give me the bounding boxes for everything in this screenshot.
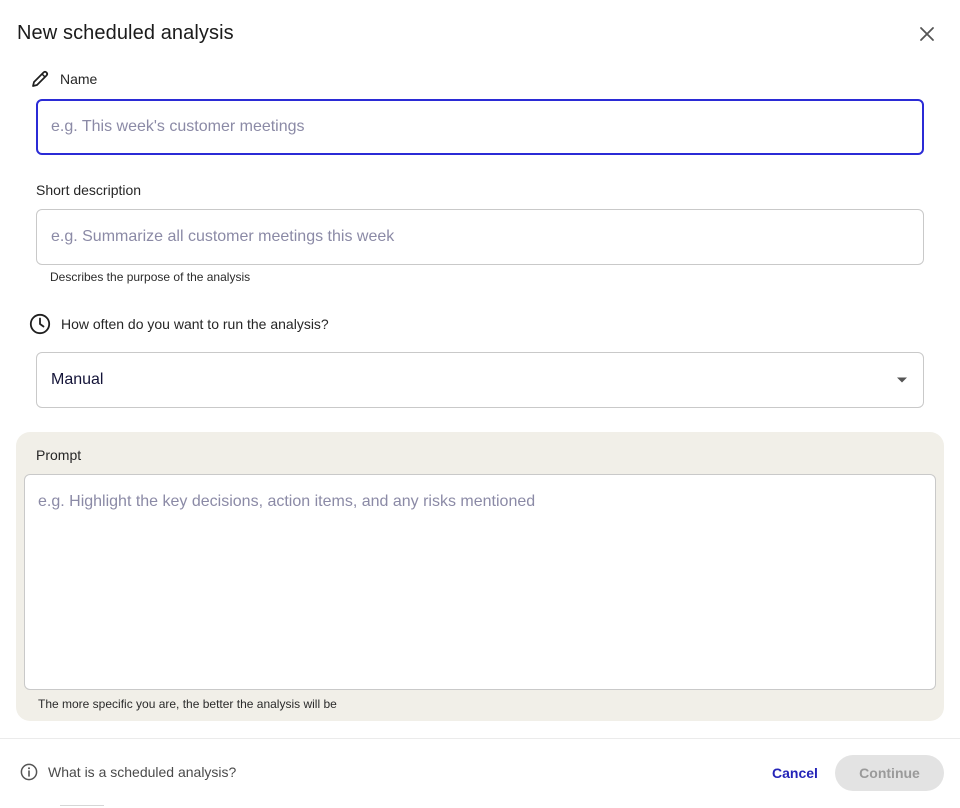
- name-label: Name: [60, 71, 98, 87]
- frequency-label: How often do you want to run the analysi…: [61, 316, 329, 332]
- description-input[interactable]: [36, 209, 924, 265]
- name-label-row: Name: [30, 69, 97, 89]
- cancel-button[interactable]: Cancel: [760, 755, 830, 791]
- prompt-label: Prompt: [36, 447, 82, 463]
- frequency-label-row: How often do you want to run the analysi…: [29, 313, 329, 335]
- continue-button[interactable]: Continue: [835, 755, 944, 791]
- description-label-row: Short description: [36, 182, 141, 198]
- scheduled-analysis-dialog: New scheduled analysis Name Short descri…: [0, 0, 960, 808]
- caret-down-icon: [897, 377, 907, 383]
- frequency-selected-value: Manual: [51, 371, 104, 388]
- description-helper: Describes the purpose of the analysis: [50, 270, 251, 284]
- prompt-helper: The more specific you are, the better th…: [38, 697, 337, 711]
- clock-icon: [29, 313, 51, 335]
- dialog-title: New scheduled analysis: [17, 22, 234, 44]
- info-icon: [20, 763, 38, 781]
- name-input[interactable]: [36, 99, 924, 155]
- footer-divider: [0, 738, 960, 739]
- prompt-panel: Prompt The more specific you are, the be…: [16, 432, 944, 721]
- close-icon: [920, 27, 934, 41]
- close-button[interactable]: [915, 22, 939, 46]
- info-link-text: What is a scheduled analysis?: [48, 764, 237, 780]
- frequency-select[interactable]: Manual: [36, 352, 924, 408]
- scheduled-analysis-info-link[interactable]: What is a scheduled analysis?: [20, 763, 236, 781]
- description-label: Short description: [36, 182, 142, 198]
- pencil-icon: [32, 70, 49, 87]
- prompt-textarea[interactable]: [24, 474, 936, 690]
